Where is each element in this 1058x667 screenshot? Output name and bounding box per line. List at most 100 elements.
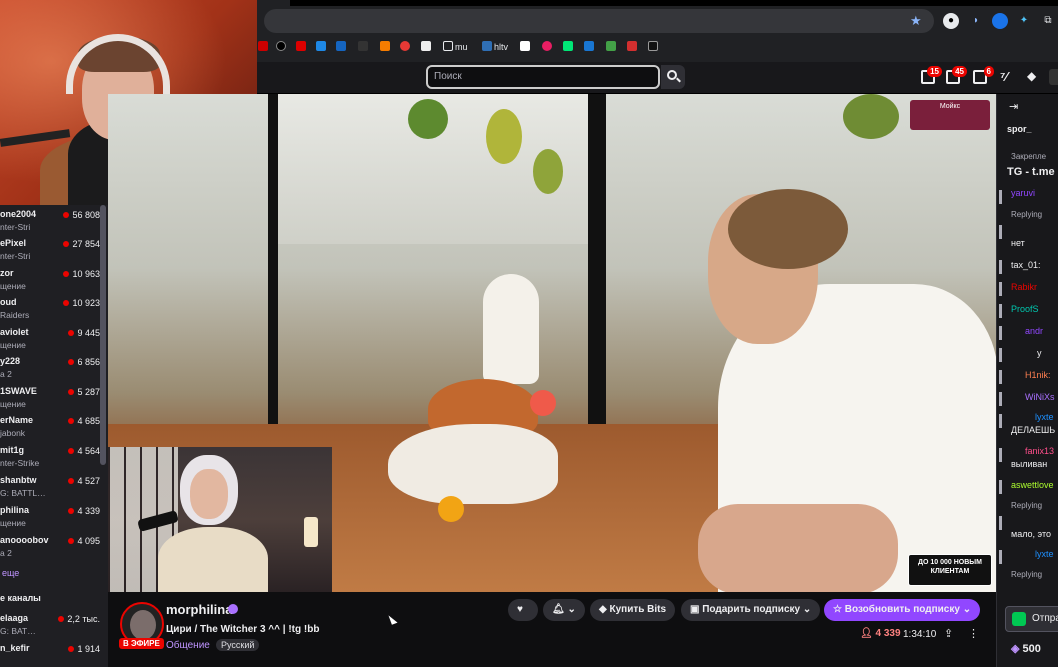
viewer-count: 1 914	[68, 644, 100, 654]
chat-username[interactable]: H1nik:	[1025, 370, 1051, 380]
white-lion-cub	[388, 424, 558, 504]
sidebar-channel[interactable]: philina щение 4 339	[0, 503, 100, 533]
sidebar-channel[interactable]: zor щение 10 963	[0, 266, 100, 296]
sidebar-channel[interactable]: y228 а 2 6 856	[0, 354, 100, 384]
resubscribe-button[interactable]: ☆ Возобновить подписку ⌄	[824, 599, 981, 621]
bookmark-14[interactable]	[606, 40, 618, 54]
send-button[interactable]: Отпра	[1005, 606, 1058, 632]
chat-username[interactable]: tax_01:	[1011, 260, 1041, 270]
bookmark-hltv[interactable]: hltv	[482, 40, 508, 54]
pinned-message[interactable]: TG - t.me	[1007, 166, 1055, 178]
collapse-chat-icon[interactable]: ⇥	[1009, 100, 1018, 113]
sidebar-channel[interactable]: one2004 nter-Stri 56 808	[0, 207, 100, 237]
plant	[533, 149, 563, 194]
chevron-down-icon: ⌄	[962, 604, 972, 615]
star-icon[interactable]: ★	[910, 13, 922, 29]
channel-points[interactable]: ◈ 500	[1011, 642, 1041, 655]
sidebar-channel[interactable]: oud Raiders 10 923	[0, 295, 100, 325]
notifications-badge: 6	[983, 66, 994, 77]
gift-sub-button[interactable]: ▣ Подарить подписку ⌄	[681, 599, 821, 621]
prime-icon[interactable]: ⁷⁄	[1000, 69, 1008, 84]
bookmark-4[interactable]	[316, 40, 328, 54]
send-label: Отпра	[1032, 613, 1058, 624]
sidebar-channel[interactable]: elaaga G: BAT… 2,2 тыс.	[0, 611, 100, 641]
bookmark-12[interactable]	[563, 40, 575, 54]
cosplayer-body	[158, 527, 268, 592]
viewer-count: 5 287	[68, 387, 100, 397]
follow-button[interactable]: ♥	[508, 599, 538, 621]
bookmark-3[interactable]	[296, 40, 308, 54]
chat-username[interactable]: lyxte	[1035, 549, 1054, 559]
top-navigation: Поиск 15 45 6 ⁷⁄ ◆	[257, 62, 1058, 94]
address-bar[interactable]	[264, 9, 934, 33]
category-link[interactable]: Общение	[166, 640, 210, 651]
bookmark-8[interactable]	[400, 40, 412, 54]
sidebar-channel[interactable]: 1SWAVE щение 5 287	[0, 384, 100, 414]
extension-icon-2[interactable]: ◗	[968, 13, 984, 29]
chat-username[interactable]: fanix13	[1025, 446, 1054, 456]
channel-name: erName	[0, 415, 34, 425]
channel-category: а 2	[0, 369, 12, 379]
bookmark-6[interactable]	[358, 40, 370, 54]
share-icon[interactable]: ⇪	[944, 627, 953, 640]
bits-icon[interactable]: ◆	[1027, 69, 1036, 83]
bookmark-13[interactable]	[584, 40, 596, 54]
channel-name[interactable]: morphilina	[166, 602, 232, 617]
notifications-button[interactable]: 🔔︎ ⌄	[543, 599, 585, 621]
viewer-count: 27 854	[63, 239, 100, 249]
more-options-icon[interactable]: ⋮	[968, 627, 979, 640]
sidebar-channel[interactable]: aviolet щение 9 445	[0, 325, 100, 355]
chat-username[interactable]: aswettlove	[1011, 480, 1054, 490]
bookmark-2[interactable]	[276, 40, 288, 54]
chat-username[interactable]: andr	[1025, 326, 1043, 336]
points-value: 500	[1022, 643, 1041, 655]
lamp	[304, 517, 318, 547]
language-tag[interactable]: Русский	[216, 639, 260, 651]
sidebar-channel[interactable]: erName jabonk 4 685	[0, 413, 100, 443]
bookmark-9[interactable]	[421, 40, 433, 54]
chat-header-user[interactable]: spor_	[1007, 124, 1032, 134]
bookmark-11[interactable]	[542, 40, 554, 54]
woman-hair	[728, 189, 848, 269]
sidebar-channel[interactable]: anoooobov а 2 4 095	[0, 533, 100, 563]
extension-icon-4[interactable]: ✦	[1016, 13, 1032, 29]
viewer-count: 4 339	[68, 506, 100, 516]
sidebar-channel[interactable]: shanbtw G: BATTL… 4 527	[0, 473, 100, 503]
bookmark-16[interactable]	[648, 40, 660, 54]
promo-overlay-bottom: ДО 10 000 НОВЫМ КЛИЕНТАМ	[908, 554, 992, 586]
search-button[interactable]	[661, 65, 685, 89]
promo-text: ДО 10 000 НОВЫМ КЛИЕНТАМ	[918, 559, 982, 575]
bookmark-7[interactable]	[380, 40, 392, 54]
sidebar-channel[interactable]: mit1g nter-Strike 4 564	[0, 443, 100, 473]
pip-video[interactable]	[108, 447, 332, 592]
bookmark-15[interactable]	[627, 40, 639, 54]
promo-overlay-top: Мойкс	[910, 100, 990, 130]
chat-username[interactable]: WiNiXs	[1025, 392, 1055, 402]
chat-username[interactable]: lyxte	[1035, 412, 1054, 422]
bookmark-5[interactable]	[336, 40, 348, 54]
channel-name: elaaga	[0, 613, 29, 623]
buy-bits-button[interactable]: ◆ Купить Bits	[590, 599, 676, 621]
sidebar-scrollbar[interactable]	[100, 205, 106, 465]
channel-name: ePixel	[0, 238, 27, 248]
sidebar-channel[interactable]: ePixel nter-Stri 27 854	[0, 236, 100, 266]
sidebar-channel[interactable]: n_kefir 1 914	[0, 641, 100, 667]
extension-icon-3[interactable]	[992, 13, 1008, 29]
chat-username[interactable]: yaruvi	[1011, 188, 1035, 198]
followed-channels-sidebar: one2004 nter-Stri 56 808 ePixel nter-Str…	[0, 205, 108, 667]
bookmark-10[interactable]	[520, 40, 532, 54]
puzzle-icon[interactable]: ⧉	[1040, 13, 1056, 29]
avatar[interactable]	[1049, 69, 1058, 85]
show-more-link[interactable]: еще	[2, 568, 19, 578]
bookmark-folder-mu[interactable]: mu	[443, 40, 468, 54]
chat-username[interactable]: ProofS	[1011, 304, 1039, 314]
search-input[interactable]: Поиск	[426, 65, 660, 89]
bookmark-1[interactable]	[258, 40, 270, 54]
inbox-icon[interactable]: 15	[921, 66, 942, 84]
chevron-down-icon: ⌄	[567, 604, 576, 615]
notifications-icon[interactable]: 6	[973, 66, 994, 84]
chat-username[interactable]: Rabikr	[1011, 282, 1037, 292]
whispers-icon[interactable]: 45	[946, 66, 967, 84]
extension-icon-1[interactable]: ●	[943, 13, 959, 29]
viewer-count: 4 685	[68, 416, 100, 426]
